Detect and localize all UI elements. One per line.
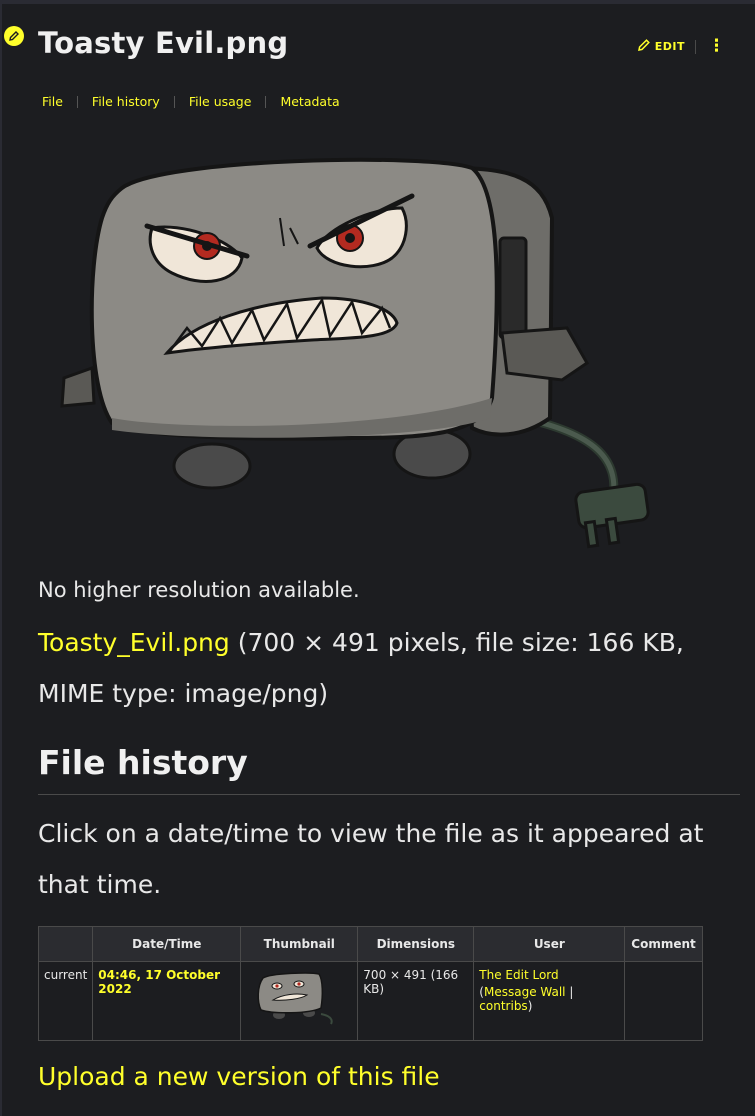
heading-rule — [38, 794, 740, 795]
page-title: Toasty Evil.png — [38, 26, 289, 60]
resolution-note: No higher resolution available. — [38, 578, 360, 602]
user-link[interactable]: The Edit Lord — [479, 968, 558, 982]
edit-pencil-icon[interactable] — [4, 26, 24, 46]
column-header-comment: Comment — [624, 926, 703, 962]
user-cell: The Edit Lord (Message Wall | contribs) — [473, 961, 626, 1041]
dimensions-cell: 700 × 491 (166 KB) — [357, 961, 475, 1041]
column-header-user: User — [473, 926, 626, 962]
link-separator: | — [565, 985, 574, 999]
page-actions: EDIT ⋮ — [637, 38, 727, 55]
file-link[interactable]: Toasty_Evil.png — [38, 628, 230, 657]
thumbnail-cell — [240, 961, 359, 1041]
table-row: current 04:46, 17 October 2022 700 × 491… — [37, 961, 703, 1041]
datetime-cell: 04:46, 17 October 2022 — [92, 961, 242, 1041]
file-history-heading: File history — [38, 743, 248, 782]
table-header-row: Date/Time Thumbnail Dimensions User Comm… — [37, 926, 703, 962]
tab-file[interactable]: File — [34, 94, 71, 109]
status-cell: current — [37, 961, 94, 1041]
column-header-status — [37, 926, 94, 962]
file-info: Toasty_Evil.png (700 × 491 pixels, file … — [38, 617, 738, 719]
column-header-dimensions: Dimensions — [357, 926, 475, 962]
file-page: Toasty Evil.png EDIT ⋮ File File history… — [0, 0, 755, 1116]
tab-divider — [173, 95, 175, 108]
edit-label: EDIT — [654, 40, 685, 53]
paren-close: ) — [527, 999, 533, 1013]
tab-divider — [76, 95, 78, 108]
comment-cell — [624, 961, 703, 1041]
left-border — [0, 0, 2, 1116]
column-header-thumbnail: Thumbnail — [240, 926, 359, 962]
datetime-link[interactable]: 04:46, 17 October 2022 — [98, 968, 220, 996]
tab-divider — [265, 95, 267, 108]
pencil-icon — [637, 38, 651, 55]
upload-new-version-link[interactable]: Upload a new version of this file — [38, 1062, 440, 1091]
message-wall-link[interactable]: Message Wall — [484, 985, 566, 999]
edit-button[interactable]: EDIT — [637, 38, 685, 55]
file-history-table: Date/Time Thumbnail Dimensions User Comm… — [37, 926, 703, 1041]
column-header-datetime: Date/Time — [92, 926, 242, 962]
file-tabs: File File history File usage Metadata — [34, 94, 348, 109]
history-note: Click on a date/time to view the file as… — [38, 819, 704, 899]
tab-metadata[interactable]: Metadata — [272, 94, 347, 109]
thumbnail-image[interactable] — [249, 966, 341, 1028]
tab-file-usage[interactable]: File usage — [181, 94, 260, 109]
contribs-link[interactable]: contribs — [479, 999, 527, 1013]
tab-file-history[interactable]: File history — [84, 94, 168, 109]
kebab-menu-icon[interactable]: ⋮ — [706, 38, 727, 55]
actions-divider — [695, 39, 696, 54]
top-border — [0, 0, 755, 4]
file-preview-image[interactable] — [52, 148, 662, 558]
